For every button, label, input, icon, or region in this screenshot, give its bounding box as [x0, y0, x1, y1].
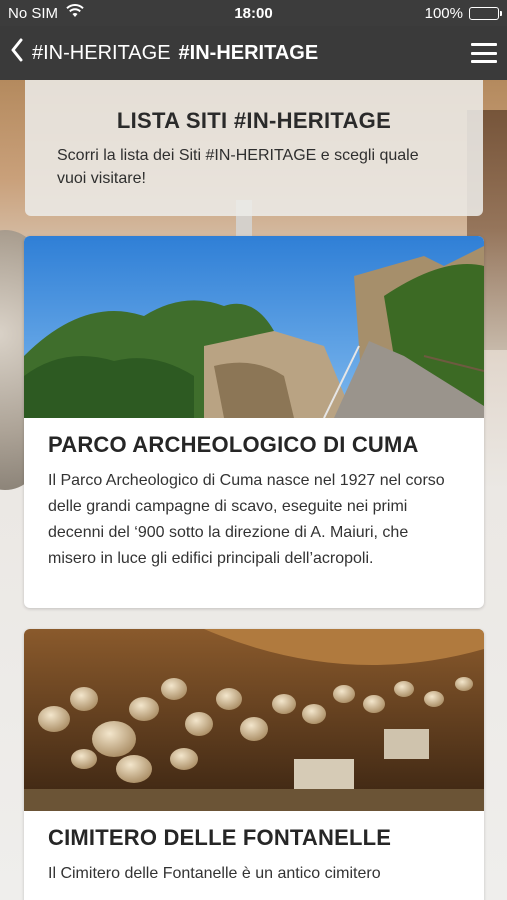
intro-card: LISTA SITI #IN-HERITAGE Scorri la lista … [25, 80, 483, 216]
site-photo-fontanelle [24, 629, 484, 811]
carrier-label: No SIM [8, 4, 59, 22]
site-description: Il Cimitero delle Fontanelle è un antico… [48, 865, 381, 882]
site-title: PARCO ARCHEOLOGICO DI CUMA [48, 432, 419, 457]
site-title: CIMITERO DELLE FONTANELLE [48, 825, 392, 850]
page-title: LISTA SITI #IN-HERITAGE [116, 108, 392, 133]
back-button[interactable]: #IN-HERITAGE #IN-HERITAGE [10, 38, 471, 68]
navigation-bar: #IN-HERITAGE #IN-HERITAGE [0, 26, 507, 80]
wifi-icon [66, 4, 84, 22]
nav-title-bold: #IN-HERITAGE [178, 41, 319, 64]
status-bar: No SIM 18:00 100% [0, 0, 507, 26]
page-subtitle: Scorri la lista dei Siti #IN-HERITAGE e … [57, 147, 419, 187]
battery-icon [469, 6, 502, 20]
nav-title-regular: #IN-HERITAGE [32, 41, 171, 64]
site-photo-cuma [24, 236, 484, 418]
site-card-cuma[interactable]: PARCO ARCHEOLOGICO DI CUMA Il Parco Arch… [24, 236, 484, 608]
chevron-left-icon [10, 38, 24, 68]
site-card-fontanelle[interactable]: CIMITERO DELLE FONTANELLE Il Cimitero de… [24, 629, 484, 900]
hamburger-menu-icon[interactable] [471, 43, 497, 63]
site-description: Il Parco Archeologico di Cuma nasce nel … [48, 472, 445, 567]
battery-percentage: 100% [424, 4, 463, 22]
